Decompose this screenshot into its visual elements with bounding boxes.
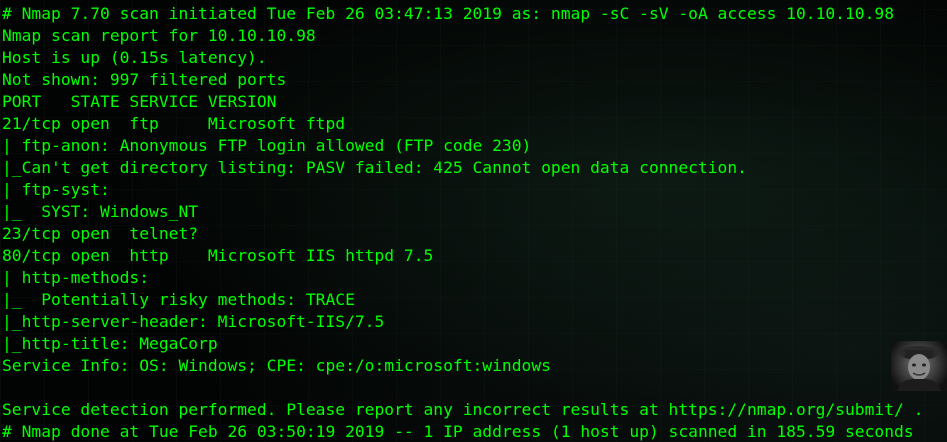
terminal-line: |_http-server-header: Microsoft-IIS/7.5 (2, 312, 385, 331)
terminal-line: |_http-title: MegaCorp (2, 334, 218, 353)
terminal-line: |_Can't get directory listing: PASV fail… (2, 158, 747, 177)
terminal-output[interactable]: # Nmap 7.70 scan initiated Tue Feb 26 03… (2, 3, 923, 442)
terminal-line: 23/tcp open telnet? (2, 224, 199, 243)
terminal-line: |_ Potentially risky methods: TRACE (2, 290, 355, 309)
terminal-line: 21/tcp open ftp Microsoft ftpd (2, 114, 346, 133)
terminal-line: | http-methods: (2, 268, 150, 287)
terminal-line: 80/tcp open http Microsoft IIS httpd 7.5 (2, 246, 434, 265)
terminal-line: Service detection performed. Please repo… (2, 400, 924, 419)
terminal-window[interactable]: # Nmap 7.70 scan initiated Tue Feb 26 03… (0, 0, 947, 442)
terminal-line: |_ SYST: Windows_NT (2, 202, 199, 221)
terminal-line: PORT STATE SERVICE VERSION (2, 92, 277, 111)
avatar-silhouette (897, 346, 941, 391)
terminal-line: Nmap scan report for 10.10.10.98 (2, 26, 316, 45)
terminal-line: | ftp-syst: (2, 180, 110, 199)
terminal-line: # Nmap 7.70 scan initiated Tue Feb 26 03… (2, 4, 894, 23)
terminal-line: Service Info: OS: Windows; CPE: cpe:/o:m… (2, 356, 551, 375)
terminal-line: Not shown: 997 filtered ports (2, 70, 287, 89)
terminal-line: # Nmap done at Tue Feb 26 03:50:19 2019 … (2, 422, 914, 441)
terminal-line: | ftp-anon: Anonymous FTP login allowed … (2, 136, 532, 155)
terminal-line: Host is up (0.15s latency). (2, 48, 267, 67)
avatar-photo-icon (891, 341, 947, 391)
